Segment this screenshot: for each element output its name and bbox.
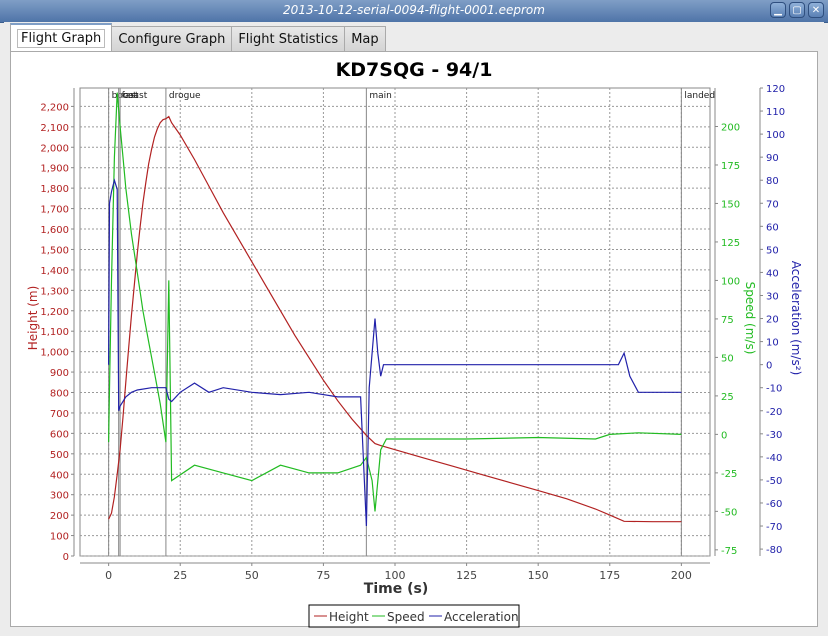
speed-tick-label: -75 [721, 546, 737, 557]
speed-tick-label: -25 [721, 469, 737, 480]
height-tick-label: 500 [50, 450, 69, 461]
height-tick-label: 1,400 [40, 266, 69, 277]
acceleration-tick-label: 40 [766, 268, 779, 279]
height-tick-label: 0 [63, 552, 69, 563]
height-tick-label: 200 [50, 511, 69, 522]
acceleration-tick-label: 90 [766, 153, 779, 164]
acceleration-tick-label: -60 [766, 499, 782, 510]
height-tick-label: 1,900 [40, 164, 69, 175]
speed-tick-label: -50 [721, 507, 737, 518]
acceleration-tick-label: -30 [766, 430, 782, 441]
x-axis-label: Time (s) [364, 581, 428, 597]
x-tick-label: 0 [105, 569, 112, 582]
acceleration-tick-label: -20 [766, 407, 782, 418]
x-tick-label: 200 [671, 569, 692, 582]
x-tick-label: 50 [245, 569, 259, 582]
acceleration-tick-label: -40 [766, 453, 782, 464]
height-tick-label: 600 [50, 429, 69, 440]
height-tick-label: 1,500 [40, 245, 69, 256]
acceleration-tick-label: 80 [766, 176, 779, 187]
speed-axis-label: Speed (m/s) [743, 282, 757, 355]
speed-tick-label: 50 [721, 353, 734, 364]
acceleration-tick-label: 120 [766, 84, 785, 95]
speed-tick-label: 200 [721, 122, 740, 133]
acceleration-tick-label: 100 [766, 130, 785, 141]
height-axis-label: Height (m) [26, 286, 40, 351]
chart-title: KD7SQG - 94/1 [336, 59, 493, 81]
event-marker-label: drogue [169, 91, 201, 101]
height-tick-label: 300 [50, 491, 69, 502]
height-tick-label: 100 [50, 532, 69, 543]
event-marker-label: landed [684, 91, 715, 101]
acceleration-tick-label: -10 [766, 384, 782, 395]
height-tick-label: 1,600 [40, 225, 69, 236]
acceleration-tick-label: -80 [766, 545, 782, 556]
x-tick-label: 175 [599, 569, 620, 582]
acceleration-tick-label: 70 [766, 199, 779, 210]
speed-tick-label: 25 [721, 392, 734, 403]
height-tick-label: 2,200 [40, 102, 69, 113]
acceleration-tick-label: 60 [766, 222, 779, 233]
speed-tick-label: 175 [721, 161, 740, 172]
x-tick-label: 150 [528, 569, 549, 582]
acceleration-tick-label: 20 [766, 315, 779, 326]
height-tick-label: 1,000 [40, 348, 69, 359]
x-tick-label: 75 [316, 569, 330, 582]
legend-acceleration-label: Acceleration [444, 610, 519, 624]
height-tick-label: 700 [50, 409, 69, 420]
speed-tick-label: 0 [721, 430, 727, 441]
height-tick-label: 1,100 [40, 327, 69, 338]
x-tick-label: 125 [456, 569, 477, 582]
event-marker-label: coast [123, 91, 148, 101]
acceleration-tick-label: -70 [766, 522, 782, 533]
flight-chart: KD7SQG - 94/1 boostfastcoast drogue main la… [26, 59, 803, 628]
height-tick-label: 2,000 [40, 143, 69, 154]
height-tick-label: 1,300 [40, 286, 69, 297]
height-tick-label: 1,800 [40, 184, 69, 195]
acceleration-tick-label: -50 [766, 476, 782, 487]
height-tick-label: 900 [50, 368, 69, 379]
acceleration-tick-label: 50 [766, 245, 779, 256]
event-marker-label: main [369, 91, 392, 101]
acceleration-tick-label: 110 [766, 107, 785, 118]
speed-tick-label: 100 [721, 276, 740, 287]
speed-tick-label: 75 [721, 315, 734, 326]
acceleration-tick-label: 0 [766, 361, 772, 372]
height-tick-label: 2,100 [40, 123, 69, 134]
legend: Height Speed Acceleration [308, 604, 520, 628]
legend-speed-label: Speed [387, 610, 425, 624]
height-tick-label: 1,700 [40, 205, 69, 216]
speed-tick-label: 125 [721, 238, 740, 249]
height-tick-label: 1,200 [40, 307, 69, 318]
acceleration-tick-label: 30 [766, 291, 779, 302]
legend-height-label: Height [329, 610, 369, 624]
x-tick-label: 25 [173, 569, 187, 582]
acceleration-axis-label: Acceleration (m/s²) [789, 261, 803, 376]
acceleration-tick-label: 10 [766, 338, 779, 349]
grid [79, 87, 711, 557]
height-tick-label: 800 [50, 389, 69, 400]
speed-tick-label: 150 [721, 199, 740, 210]
height-tick-label: 400 [50, 470, 69, 481]
